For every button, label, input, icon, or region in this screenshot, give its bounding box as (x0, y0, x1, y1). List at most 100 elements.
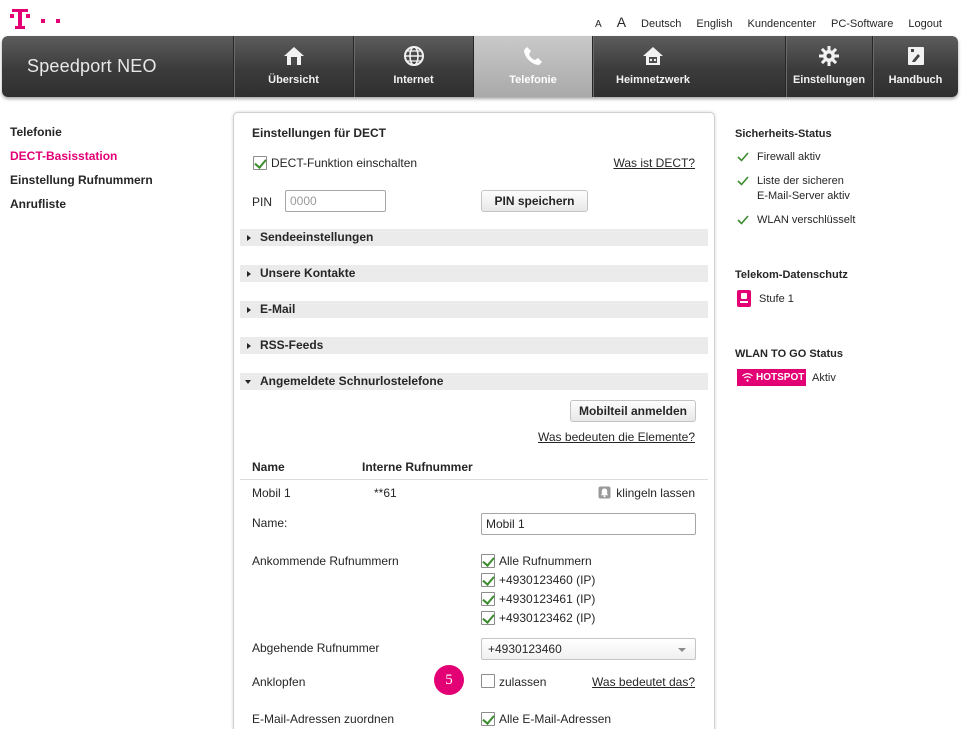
bell-icon[interactable] (598, 486, 611, 499)
tab-label: Telefonie (509, 74, 557, 86)
outgoing-number-label: Abgehende Rufnummer (252, 641, 380, 655)
call-waiting-checkbox[interactable] (481, 674, 495, 688)
dect-enable-label: DECT-Funktion einschalten (271, 156, 418, 170)
chevron-right-icon (247, 343, 251, 349)
section-label: E-Mail (260, 302, 296, 316)
incoming-option-label: +4930123462 (IP) (499, 611, 596, 625)
gear-icon (819, 46, 839, 66)
incoming-option-label: Alle Rufnummern (499, 554, 592, 568)
tab-label: Handbuch (888, 74, 943, 86)
column-header-name: Name (252, 460, 285, 474)
email-assign-option-label: Alle E-Mail-Adressen (499, 712, 612, 726)
call-waiting-label: Anklopfen (252, 675, 306, 689)
security-item-email-line1: Liste der sicheren (757, 175, 844, 187)
check-icon (737, 215, 749, 225)
dect-settings-panel: Einstellungen für DECT DECT-Funktion ein… (233, 112, 715, 729)
section-label: Sendeeinstellungen (260, 230, 374, 244)
email-assign-checkbox[interactable] (481, 712, 495, 726)
hotspot-badge: HOTSPOT (737, 369, 806, 386)
section-rss-feeds[interactable]: RSS-Feeds (240, 337, 708, 354)
sidebar-item-dect-basisstation[interactable]: DECT-Basisstation (10, 149, 153, 173)
what-do-elements-mean-link[interactable]: Was bedeuten die Elemente? (538, 430, 695, 444)
tab-heimnetzwerk[interactable]: Heimnetzwerk (592, 36, 713, 97)
logout-link[interactable]: Logout (908, 18, 942, 30)
security-item-firewall: Firewall aktiv (757, 151, 821, 163)
security-item-wlan: WLAN verschlüsselt (757, 214, 856, 226)
pin-input[interactable] (285, 190, 386, 212)
brand-title: Speedport NEO (27, 56, 157, 76)
handset-name: Mobil 1 (252, 486, 291, 500)
handset-name-input[interactable] (481, 513, 696, 535)
ring-handset-action[interactable]: klingeln lassen (616, 486, 695, 500)
chevron-right-icon (247, 235, 251, 241)
sidebar-item-einstellung-rufnummern[interactable]: Einstellung Rufnummern (10, 173, 153, 197)
column-header-internal-number: Interne Rufnummer (362, 460, 473, 474)
security-status-title: Sicherheits-Status (735, 128, 832, 140)
tab-label: Einstellungen (792, 74, 866, 86)
section-angemeldete-schnurlostelefone[interactable]: Angemeldete Schnurlostelefone (240, 373, 708, 390)
outgoing-number-select[interactable]: +4930123460 (481, 638, 696, 660)
incoming-all-checkbox[interactable] (481, 554, 495, 568)
privacy-level: Stufe 1 (759, 293, 794, 305)
incoming-number-checkbox[interactable] (481, 611, 495, 625)
chevron-down-icon (245, 380, 251, 384)
section-sendeeinstellungen[interactable]: Sendeeinstellungen (240, 229, 708, 246)
dect-enable-checkbox[interactable] (253, 156, 267, 170)
incoming-number-checkbox[interactable] (481, 592, 495, 606)
panel-title: Einstellungen für DECT (252, 126, 387, 140)
home-icon (283, 47, 304, 65)
sidebar-item-anrufliste[interactable]: Anrufliste (10, 197, 153, 221)
sidebar-nav: Telefonie DECT-Basisstation Einstellung … (10, 125, 153, 221)
language-deutsch-link[interactable]: Deutsch (641, 18, 681, 30)
wlan-to-go-title: WLAN TO GO Status (735, 348, 843, 360)
kundencenter-link[interactable]: Kundencenter (747, 18, 816, 30)
manual-icon (907, 47, 924, 65)
privacy-title: Telekom-Datenschutz (735, 269, 848, 281)
tab-label: Heimnetzwerk (616, 74, 690, 86)
section-label: Angemeldete Schnurlostelefone (260, 374, 444, 388)
incoming-option-label: +4930123461 (IP) (499, 592, 596, 606)
section-label: Unsere Kontakte (260, 266, 356, 280)
pc-software-link[interactable]: PC-Software (831, 18, 893, 30)
section-label: RSS-Feeds (260, 338, 324, 352)
language-english-link[interactable]: English (696, 18, 732, 30)
tab-internet[interactable]: Internet (353, 36, 473, 97)
pin-label: PIN (252, 195, 273, 209)
tab-telefonie[interactable]: Telefonie (473, 36, 592, 97)
font-size-small-link[interactable]: A (595, 19, 602, 30)
phone-icon (524, 47, 542, 65)
hotspot-label: HOTSPOT (756, 372, 805, 383)
network-house-icon (643, 47, 663, 65)
privacy-level-icon (737, 290, 751, 307)
check-icon (737, 152, 749, 162)
outgoing-number-value: +4930123460 (488, 642, 562, 656)
call-waiting-option-label: zulassen (499, 675, 547, 689)
sidebar-item-telefonie[interactable]: Telefonie (10, 125, 153, 149)
section-e-mail[interactable]: E-Mail (240, 301, 708, 318)
wlan-status: Aktiv (812, 372, 836, 384)
check-icon (737, 176, 749, 186)
tab-einstellungen[interactable]: Einstellungen (785, 36, 872, 97)
chevron-down-icon (678, 648, 686, 652)
security-item-email-line2: E-Mail-Server aktiv (757, 190, 850, 202)
handset-internal-number: **61 (374, 486, 397, 500)
font-size-large-link[interactable]: A (617, 14, 626, 30)
tab-label: Internet (393, 74, 434, 86)
what-is-dect-link[interactable]: Was ist DECT? (613, 156, 695, 170)
incoming-number-checkbox[interactable] (481, 573, 495, 587)
register-handset-button[interactable]: Mobilteil anmelden (570, 400, 696, 422)
globe-icon (403, 46, 424, 66)
step-badge: 5 (434, 665, 464, 695)
tab-handbuch[interactable]: Handbuch (872, 36, 958, 97)
handset-name-label: Name: (252, 516, 288, 530)
what-does-that-mean-link[interactable]: Was bedeutet das? (592, 675, 695, 689)
telekom-logo[interactable] (10, 6, 65, 32)
section-unsere-kontakte[interactable]: Unsere Kontakte (240, 265, 708, 282)
pin-save-button[interactable]: PIN speichern (481, 190, 588, 212)
main-header: Speedport NEO Übersicht Internet Telefon… (2, 36, 958, 97)
tab-label: Übersicht (268, 74, 319, 86)
chevron-right-icon (247, 271, 251, 277)
utility-nav: A A Deutsch English Kundencenter PC-Soft… (595, 14, 942, 30)
tab-uebersicht[interactable]: Übersicht (233, 36, 353, 97)
wifi-icon (742, 373, 753, 382)
